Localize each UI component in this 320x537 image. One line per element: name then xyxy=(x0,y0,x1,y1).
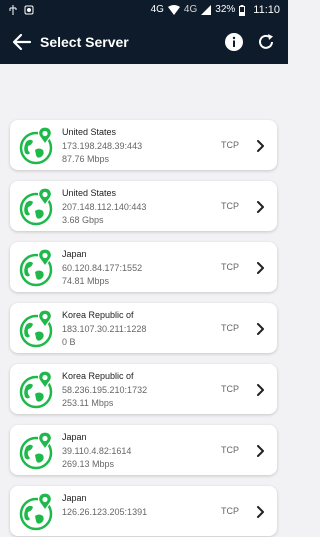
server-ip: 183.107.30.211:1228 xyxy=(62,324,147,334)
globe-pin-icon xyxy=(18,248,58,288)
server-protocol: TCP xyxy=(221,262,239,272)
server-ip: 173.198.248.39:443 xyxy=(62,141,143,151)
globe-pin-icon xyxy=(18,370,58,410)
clock: 11:10 xyxy=(253,4,280,16)
globe-pin-icon xyxy=(18,309,58,349)
battery-icon xyxy=(239,4,246,16)
server-protocol: TCP xyxy=(221,445,239,455)
app-bar: Select Server xyxy=(0,20,288,64)
chevron-right-icon xyxy=(255,383,265,396)
globe-pin-icon xyxy=(18,126,58,166)
server-ip: 58.236.195.210:1732 xyxy=(62,385,148,395)
server-country: Korea Republic of xyxy=(62,310,134,320)
usb-icon xyxy=(9,5,17,15)
status-bar: 4G 4G 32% 11:10 xyxy=(0,0,288,20)
server-country: Korea Republic of xyxy=(62,371,134,381)
server-speed: 87.76 Mbps xyxy=(62,154,110,164)
server-ip: 60.120.84.177:1552 xyxy=(62,263,143,273)
server-protocol: TCP xyxy=(221,384,239,394)
server-country: Japan xyxy=(62,249,87,259)
server-speed: 3.68 Gbps xyxy=(62,215,104,225)
wifi-icon xyxy=(167,5,180,15)
globe-pin-icon xyxy=(18,431,58,471)
server-protocol: TCP xyxy=(221,201,239,211)
globe-pin-icon xyxy=(18,187,58,227)
arrow-left-icon[interactable] xyxy=(12,33,32,51)
battery-percent: 32% xyxy=(215,4,236,15)
server-country: Japan xyxy=(62,432,87,442)
chevron-right-icon xyxy=(255,322,265,335)
globe-pin-icon xyxy=(18,492,58,532)
server-ip: 207.148.112.140:443 xyxy=(62,202,147,212)
chevron-right-icon xyxy=(255,139,265,152)
server-protocol: TCP xyxy=(221,506,239,516)
settings-notify-icon xyxy=(24,5,34,15)
info-icon[interactable] xyxy=(224,32,244,52)
server-protocol: TCP xyxy=(221,140,239,150)
server-country: United States xyxy=(62,188,117,198)
page-title: Select Server xyxy=(40,34,129,50)
server-card[interactable]: Japan 126.26.123.205:1391 TCP xyxy=(10,486,277,536)
server-card[interactable]: United States 173.198.248.39:443 87.76 Mbp… xyxy=(10,120,277,170)
network-type-badge-2: 4G xyxy=(183,4,198,15)
network-type-badge: 4G xyxy=(150,4,164,15)
server-card[interactable]: Japan 39.110.4.82:1614 269.13 Mbps TCP xyxy=(10,425,277,475)
chevron-right-icon xyxy=(255,261,265,274)
server-speed: 74.81 Mbps xyxy=(62,276,110,286)
server-card[interactable]: Korea Republic of 58.236.195.210:1732 253.… xyxy=(10,364,277,414)
server-protocol: TCP xyxy=(221,323,239,333)
server-speed: 269.13 Mbps xyxy=(62,459,115,469)
server-speed: 253.11 Mbps xyxy=(62,398,114,408)
server-speed: 0 B xyxy=(62,337,76,347)
server-ip: 126.26.123.205:1391 xyxy=(62,507,148,517)
signal-icon xyxy=(201,5,212,15)
server-country: United States xyxy=(62,127,117,137)
server-card[interactable]: Korea Republic of 183.107.30.211:1228 0 B T… xyxy=(10,303,277,353)
chevron-right-icon xyxy=(255,505,265,518)
server-country: Japan xyxy=(62,493,87,503)
server-card[interactable]: United States 207.148.112.140:443 3.68 Gbp… xyxy=(10,181,277,231)
chevron-right-icon xyxy=(255,200,265,213)
refresh-icon[interactable] xyxy=(256,32,276,52)
server-ip: 39.110.4.82:1614 xyxy=(62,446,132,456)
chevron-right-icon xyxy=(255,444,265,457)
server-card[interactable]: Japan 60.120.84.177:1552 74.81 Mbps TCP xyxy=(10,242,277,292)
